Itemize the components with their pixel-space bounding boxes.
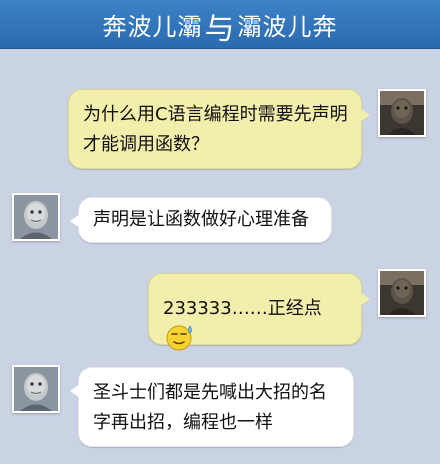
chat-area[interactable]: 为什么用C语言编程时需要先声明才能调用函数？ 声明是让函数做好心理准备 2333… <box>0 49 440 464</box>
avatar-dark[interactable] <box>378 89 426 137</box>
message-text: 声明是让函数做好心理准备 <box>93 209 309 230</box>
message-text: 圣斗士们都是先喊出大招的名字再出招，编程也一样 <box>93 382 327 433</box>
avatar-light[interactable] <box>12 365 60 413</box>
message-bubble[interactable]: 为什么用C语言编程时需要先声明才能调用函数？ <box>68 89 370 169</box>
header-title-left: 奔波儿灞 <box>102 12 203 41</box>
avatar-light[interactable] <box>12 193 60 241</box>
header-title-right: 灞波儿奔 <box>237 12 338 41</box>
dark-figure-icon <box>380 271 424 315</box>
message-bubble[interactable]: 声明是让函数做好心理准备 <box>70 197 332 243</box>
light-figure-icon <box>14 367 58 411</box>
chat-header: 奔波儿灞 与 灞波儿奔 <box>0 0 440 49</box>
message-text: 233333……正经点 <box>163 298 322 319</box>
sweat-smile-emoji-icon <box>166 325 192 351</box>
header-separator: 与 <box>204 12 236 47</box>
message-text: 为什么用C语言编程时需要先声明才能调用函数？ <box>83 104 348 155</box>
light-figure-icon <box>14 195 58 239</box>
avatar-dark[interactable] <box>378 269 426 317</box>
message-bubble[interactable]: 圣斗士们都是先喊出大招的名字再出招，编程也一样 <box>70 367 354 447</box>
dark-figure-icon <box>380 91 424 135</box>
message-bubble[interactable]: 233333……正经点 <box>148 273 370 351</box>
